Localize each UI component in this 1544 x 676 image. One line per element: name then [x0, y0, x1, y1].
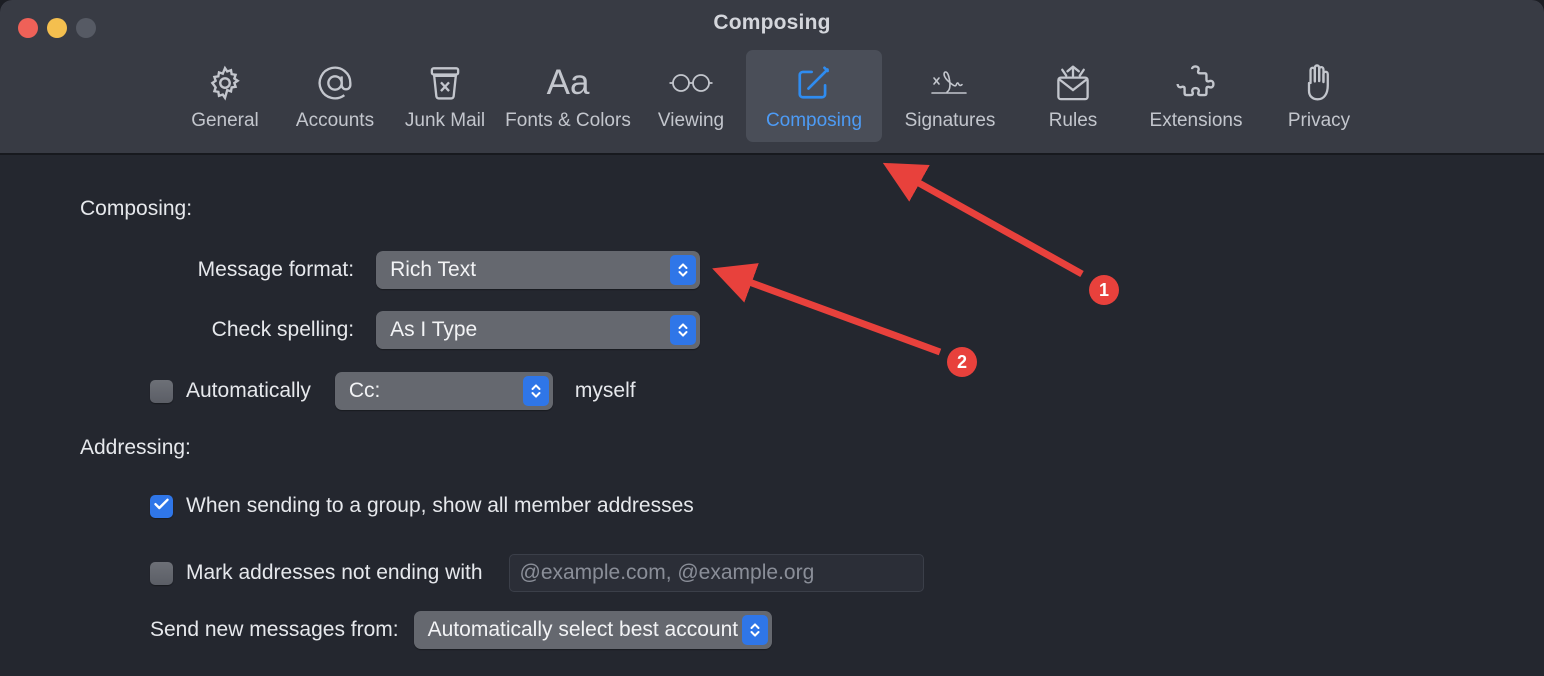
show-group-members-label: When sending to a group, show all member…	[186, 494, 694, 517]
chevron-up-down-icon	[670, 315, 696, 345]
toolbar-tab-rules[interactable]: Rules	[1018, 50, 1128, 142]
message-format-popup[interactable]: Rich Text	[376, 251, 700, 289]
send-from-row: Send new messages from: Automatically se…	[150, 611, 773, 649]
toolbar-tab-label: Extensions	[1149, 110, 1243, 131]
composing-section-heading: Composing:	[80, 197, 193, 220]
preferences-toolbar: General Accounts Junk Mail Aa Fonts & Co…	[0, 50, 1544, 150]
mark-addresses-row: Mark addresses not ending with @example.…	[150, 554, 924, 592]
puzzle-piece-icon	[1170, 60, 1222, 106]
toolbar-tab-signatures[interactable]: Signatures	[882, 50, 1018, 142]
chevron-up-down-icon	[670, 255, 696, 285]
toolbar-tab-label: General	[191, 110, 259, 131]
toolbar-tab-extensions[interactable]: Extensions	[1128, 50, 1264, 142]
mark-addresses-input[interactable]: @example.com, @example.org	[508, 554, 924, 592]
toolbar-tab-label: Accounts	[295, 110, 375, 131]
toolbar-tab-privacy[interactable]: Privacy	[1264, 50, 1374, 142]
mark-addresses-placeholder: @example.com, @example.org	[519, 561, 815, 584]
check-spelling-value: As I Type	[390, 318, 478, 341]
send-from-label: Send new messages from:	[150, 618, 399, 641]
mark-addresses-label: Mark addresses not ending with	[186, 561, 483, 584]
auto-cc-field-popup[interactable]: Cc:	[334, 372, 553, 410]
toolbar-tab-label: Fonts & Colors	[505, 110, 631, 131]
toolbar-tab-junk-mail[interactable]: Junk Mail	[390, 50, 500, 142]
chevron-up-down-icon	[742, 615, 769, 645]
toolbar-tab-viewing[interactable]: Viewing	[636, 50, 746, 142]
eyeglasses-icon	[665, 60, 717, 106]
message-format-value: Rich Text	[390, 258, 477, 281]
auto-cc-checkbox[interactable]	[150, 379, 173, 403]
gear-icon	[199, 60, 251, 106]
hand-icon	[1293, 60, 1345, 106]
trash-x-icon	[419, 60, 471, 106]
show-group-members-checkbox[interactable]	[150, 494, 173, 518]
signature-icon	[924, 60, 976, 106]
message-format-label: Message format:	[197, 258, 355, 281]
envelope-arrows-icon	[1047, 60, 1099, 106]
message-format-row: Message format: Rich Text	[80, 251, 700, 289]
toolbar-tab-label: Viewing	[657, 110, 725, 131]
send-from-popup[interactable]: Automatically select best account	[413, 611, 773, 649]
toolbar-tab-label: Composing	[765, 110, 863, 131]
checkmark-icon	[154, 497, 169, 515]
preferences-content: Composing: Message format: Rich Text Che…	[0, 157, 1544, 676]
check-spelling-popup[interactable]: As I Type	[376, 311, 700, 349]
compose-pencil-icon	[788, 60, 840, 106]
toolbar-tab-label: Junk Mail	[404, 110, 486, 131]
window-title: Composing	[713, 11, 831, 34]
toolbar-tab-fonts-colors[interactable]: Aa Fonts & Colors	[500, 50, 636, 142]
send-from-value: Automatically select best account	[427, 618, 739, 641]
auto-cc-label: Automatically	[186, 379, 311, 402]
window-titlebar: Composing General Accounts Junk Mail Aa …	[0, 0, 1544, 155]
toolbar-tab-accounts[interactable]: Accounts	[280, 50, 390, 142]
annotation-badge-2: 2	[947, 347, 977, 377]
annotation-badge-1: 1	[1089, 275, 1119, 305]
addressing-section-heading: Addressing:	[80, 436, 191, 459]
toolbar-tab-general[interactable]: General	[170, 50, 280, 142]
preferences-window: Composing General Accounts Junk Mail Aa …	[0, 0, 1544, 676]
at-sign-icon	[309, 60, 361, 106]
toolbar-tab-label: Signatures	[904, 110, 996, 131]
auto-cc-suffix: myself	[574, 379, 636, 402]
aa-text-icon: Aa	[546, 63, 590, 102]
show-group-members-row: When sending to a group, show all member…	[150, 494, 694, 518]
toolbar-tab-label: Rules	[1048, 110, 1098, 131]
check-spelling-label: Check spelling:	[211, 318, 355, 341]
mark-addresses-checkbox[interactable]	[150, 561, 173, 585]
check-spelling-row: Check spelling: As I Type	[80, 311, 700, 349]
toolbar-tab-label: Privacy	[1287, 110, 1351, 131]
toolbar-tab-composing[interactable]: Composing	[746, 50, 882, 142]
chevron-up-down-icon	[522, 376, 549, 406]
auto-cc-row: Automatically Cc: myself	[150, 372, 636, 410]
auto-cc-field-value: Cc:	[348, 379, 381, 402]
